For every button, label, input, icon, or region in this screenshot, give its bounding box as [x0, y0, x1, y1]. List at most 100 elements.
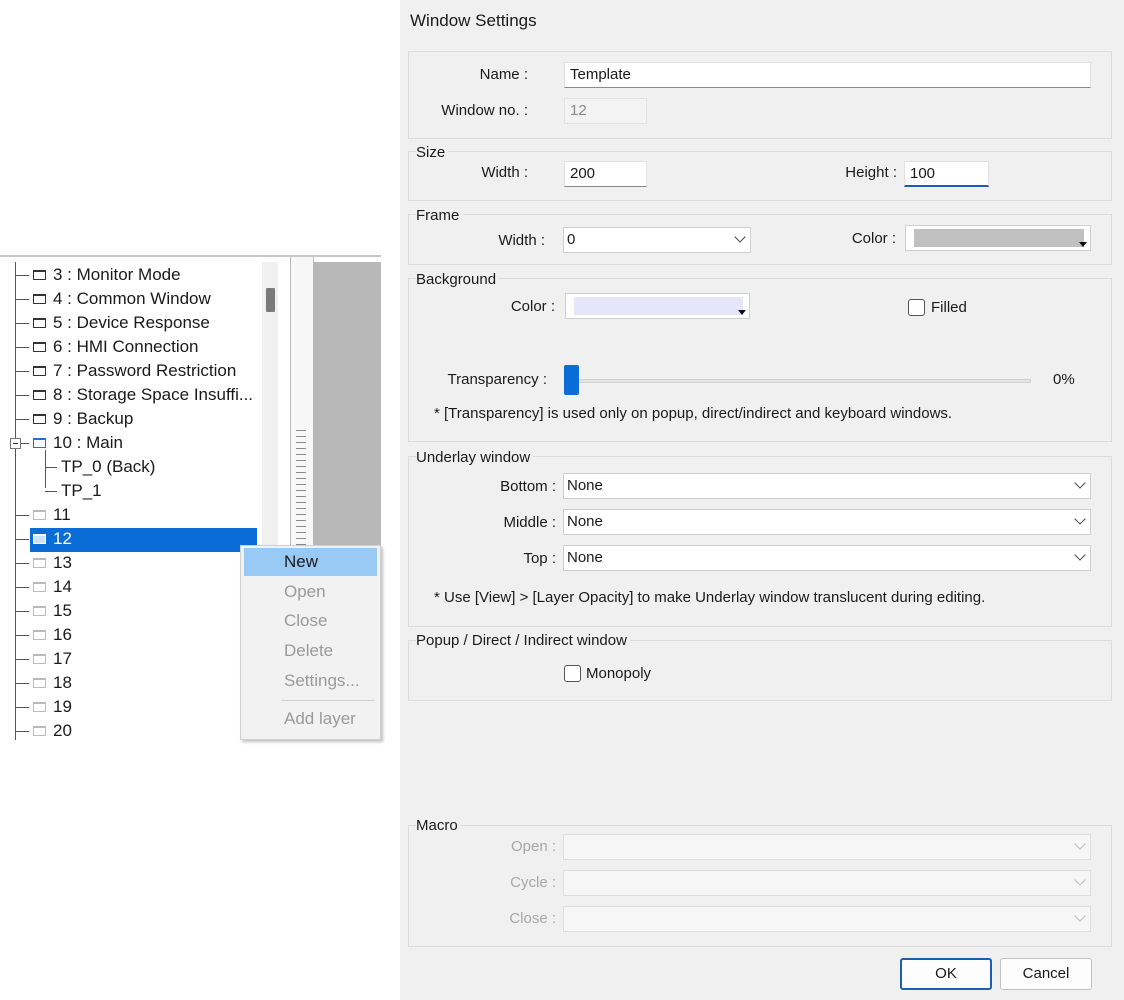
- window-settings-dialog: Window Settings Name : Template Window n…: [400, 0, 1124, 1000]
- tree-item[interactable]: 5 : Device Response: [0, 312, 260, 336]
- macro-close-label: Close :: [509, 910, 556, 927]
- tree-item[interactable]: 8 : Storage Space Insuffi...: [0, 384, 260, 408]
- tree-child-item[interactable]: TP_0 (Back): [0, 456, 260, 480]
- popup-group: [408, 640, 1112, 701]
- tree-item[interactable]: 6 : HMI Connection: [0, 336, 260, 360]
- tree-item-label: 16: [53, 625, 72, 644]
- tree-item[interactable]: 13: [0, 552, 260, 576]
- tree-item[interactable]: 11: [0, 504, 260, 528]
- tree-branch-line: [15, 731, 29, 732]
- tree-item-label: 20: [53, 721, 72, 740]
- underlay-bottom-dropdown[interactable]: None: [563, 473, 1091, 499]
- underlay-note: * Use [View] > [Layer Opacity] to make U…: [434, 589, 986, 606]
- tree-item-label: 10 : Main: [53, 433, 123, 452]
- underlay-top-dropdown[interactable]: None: [563, 545, 1091, 571]
- frame-width-dropdown[interactable]: 0: [563, 227, 751, 253]
- transparency-slider-track[interactable]: [571, 379, 1031, 383]
- macro-cycle-dropdown[interactable]: [563, 870, 1091, 896]
- window-no-label: Window no. :: [441, 102, 528, 119]
- tree-item[interactable]: 15: [0, 600, 260, 624]
- tree-branch-line: [15, 323, 29, 324]
- tree-item-label: 15: [53, 601, 72, 620]
- underlay-middle-value: None: [567, 513, 603, 530]
- menu-item-open[interactable]: Open: [244, 578, 377, 606]
- window-icon: [33, 630, 46, 640]
- tree-item-label: 8 : Storage Space Insuffi...: [53, 385, 254, 404]
- tree-item[interactable]: 14: [0, 576, 260, 600]
- tree-item-label: 13: [53, 553, 72, 572]
- tree-item-label: 6 : HMI Connection: [53, 337, 199, 356]
- menu-item-label: Settings...: [284, 671, 360, 690]
- tree-item[interactable]: 18: [0, 672, 260, 696]
- background-color-label: Color :: [510, 298, 555, 315]
- tree-scrollbar-thumb[interactable]: [266, 288, 275, 312]
- window-icon: [33, 702, 46, 712]
- tree-item[interactable]: 7 : Password Restriction: [0, 360, 260, 384]
- tree-branch-line: [15, 515, 29, 516]
- frame-color-label: Color :: [851, 230, 896, 247]
- macro-open-label: Open :: [510, 838, 556, 855]
- window-icon: [33, 726, 46, 736]
- vertical-ruler: [296, 430, 306, 550]
- name-field[interactable]: Template: [564, 62, 1091, 88]
- tree-item[interactable]: 20: [0, 720, 260, 744]
- size-width-field[interactable]: 200: [564, 161, 647, 187]
- tree-item[interactable]: 19: [0, 696, 260, 720]
- tree-branch-line: [15, 299, 29, 300]
- tree-branch-line: [15, 395, 29, 396]
- menu-item-settings[interactable]: Settings...: [244, 667, 377, 695]
- dropdown-arrow-icon: [1079, 242, 1087, 247]
- macro-close-dropdown[interactable]: [563, 906, 1091, 932]
- underlay-middle-dropdown[interactable]: None: [563, 509, 1091, 535]
- collapse-icon[interactable]: [10, 438, 21, 449]
- tree-item-label: 14: [53, 577, 72, 596]
- tree-item[interactable]: 10 : Main: [0, 432, 260, 456]
- menu-item-delete[interactable]: Delete: [244, 637, 377, 665]
- popup-group-title: Popup / Direct / Indirect window: [416, 632, 630, 649]
- window-icon: [33, 390, 46, 400]
- tree-item[interactable]: 17: [0, 648, 260, 672]
- tree-child-item[interactable]: TP_1: [0, 480, 260, 504]
- tree-branch-line: [15, 419, 29, 420]
- underlay-top-label: Top :: [523, 550, 556, 567]
- transparency-value: 0%: [1053, 371, 1075, 388]
- menu-item-label: Add layer: [284, 709, 356, 728]
- cancel-button[interactable]: Cancel: [1000, 958, 1092, 990]
- tree-item-label: 4 : Common Window: [53, 289, 211, 308]
- macro-cycle-label: Cycle :: [510, 874, 556, 891]
- menu-item-close[interactable]: Close: [244, 607, 377, 635]
- size-height-field[interactable]: 100: [904, 161, 989, 187]
- window-icon: [33, 318, 46, 328]
- tree-item-label: 11: [53, 505, 71, 524]
- dialog-title: Window Settings: [410, 11, 537, 30]
- tree-item-label: 7 : Password Restriction: [53, 361, 237, 380]
- chevron-down-icon: [1074, 477, 1086, 489]
- menu-item-new[interactable]: New: [244, 548, 377, 576]
- menu-item-add-layer[interactable]: Add layer: [244, 705, 377, 733]
- window-no-field: 12: [564, 98, 647, 124]
- tree-item[interactable]: 16: [0, 624, 260, 648]
- window-icon: [33, 678, 46, 688]
- transparency-slider-thumb[interactable]: [564, 365, 579, 395]
- tree-branch-line: [45, 491, 57, 492]
- ok-button[interactable]: OK: [900, 958, 992, 990]
- tree-item-label: 19: [53, 697, 72, 716]
- frame-color-picker[interactable]: [905, 225, 1091, 251]
- monopoly-checkbox[interactable]: [564, 665, 581, 682]
- tree-item[interactable]: 3 : Monitor Mode: [0, 264, 260, 288]
- window-icon: [33, 342, 46, 352]
- tree-branch-line: [15, 707, 29, 708]
- tree-item[interactable]: 12: [0, 528, 260, 552]
- window-icon: [33, 606, 46, 616]
- filled-checkbox[interactable]: [908, 299, 925, 316]
- tree-item[interactable]: 4 : Common Window: [0, 288, 260, 312]
- tree-branch-line: [15, 611, 29, 612]
- background-color-picker[interactable]: [565, 293, 750, 319]
- macro-open-dropdown[interactable]: [563, 834, 1091, 860]
- size-width-label: Width :: [481, 164, 528, 181]
- menu-separator: [281, 700, 375, 701]
- tree-item[interactable]: 9 : Backup: [0, 408, 260, 432]
- size-height-label: Height :: [845, 164, 897, 181]
- tree-item-label: TP_0 (Back): [61, 457, 156, 476]
- tree-branch-line: [15, 347, 29, 348]
